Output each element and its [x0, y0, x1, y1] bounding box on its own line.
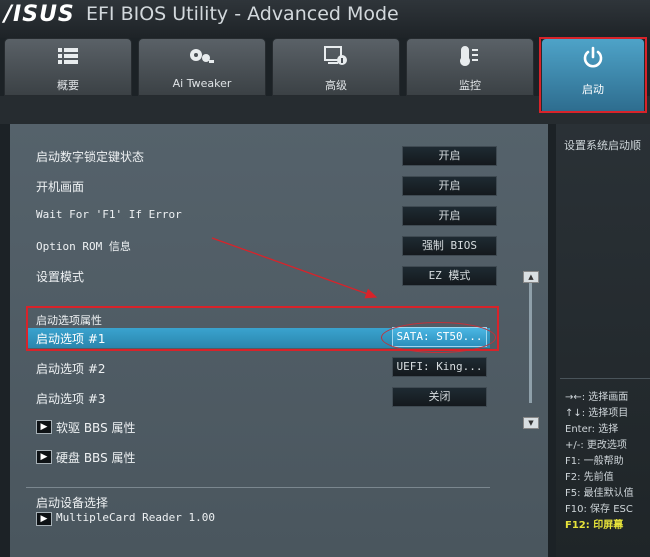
- key-hint: ↑↓: 选择项目: [565, 408, 629, 419]
- tab-advanced[interactable]: 高级: [272, 38, 400, 96]
- thermometer-icon: [407, 45, 533, 67]
- boot-override-item[interactable]: MultipleCard Reader 1.00: [56, 511, 215, 529]
- key-hint: +/-: 更改选项: [565, 440, 627, 451]
- brand-logo: /ISUS: [4, 2, 75, 27]
- power-icon: [542, 46, 644, 69]
- key-legend: →←: 选择画面 ↑↓: 选择项目 Enter: 选择 +/-: 更改选项 F1…: [565, 390, 634, 534]
- boot-option-3-value-button[interactable]: 关闭: [392, 387, 487, 407]
- setting-label: Wait For 'F1' If Error: [36, 208, 182, 221]
- key-hint: F10: 保存 ESC: [565, 504, 633, 515]
- scrollbar-track[interactable]: [529, 283, 532, 403]
- chevron-right-icon: ▶: [36, 512, 52, 526]
- title-bar: /ISUS EFI BIOS Utility - Advanced Mode: [0, 0, 650, 38]
- divider: [560, 378, 650, 379]
- help-panel: 设置系统启动顺 →←: 选择画面 ↑↓: 选择项目 Enter: 选择 +/-:…: [556, 124, 650, 557]
- key-hint: Enter: 选择: [565, 424, 619, 435]
- wait-f1-value-button[interactable]: 开启: [402, 206, 497, 226]
- tab-overview[interactable]: 概要: [4, 38, 132, 96]
- key-hint-print-screen: F12: 印屏幕: [565, 520, 624, 531]
- setup-mode-value-button[interactable]: EZ 模式: [402, 266, 497, 286]
- floppy-bbs-submenu[interactable]: 软驱 BBS 属性: [56, 419, 136, 437]
- divider: [26, 487, 490, 488]
- option-rom-value-button[interactable]: 强制 BIOS: [402, 236, 497, 256]
- tab-ai-tweaker[interactable]: Ai Tweaker: [138, 38, 266, 96]
- tab-label: 监控: [459, 79, 481, 92]
- annotation-highlight-box: [26, 306, 499, 351]
- setting-label: Option ROM 信息: [36, 240, 131, 253]
- numlock-value-button[interactable]: 开启: [402, 146, 497, 166]
- tab-boot[interactable]: 启动: [541, 38, 645, 112]
- boot-option-2-label: 启动选项 #2: [36, 362, 106, 376]
- hdd-bbs-submenu[interactable]: 硬盘 BBS 属性: [56, 449, 136, 467]
- setting-label: 开机画面: [36, 180, 85, 194]
- boot-option-2-value-button[interactable]: UEFI: King...: [392, 357, 487, 377]
- tab-label: 概要: [57, 79, 79, 92]
- key-hint: F2: 先前值: [565, 472, 614, 483]
- app-title: EFI BIOS Utility - Advanced Mode: [86, 3, 399, 25]
- scroll-up-button[interactable]: ▲: [523, 271, 539, 283]
- setting-label: 启动数字锁定键状态: [36, 150, 145, 164]
- scroll-down-button[interactable]: ▼: [523, 417, 539, 429]
- advanced-icon: [273, 45, 399, 67]
- help-description: 设置系统启动顺: [564, 139, 641, 152]
- key-hint: →←: 选择画面: [565, 392, 629, 403]
- tab-label: 高级: [325, 79, 347, 92]
- key-hint: F5: 最佳默认值: [565, 488, 634, 499]
- setting-label: 设置模式: [36, 270, 85, 284]
- chevron-right-icon: ▶: [36, 420, 52, 434]
- tab-bar: 概要 Ai Tweaker 高级 监控 启动: [0, 38, 650, 112]
- key-hint: F1: 一般帮助: [565, 456, 624, 467]
- chevron-right-icon: ▶: [36, 450, 52, 464]
- tweaker-icon: [139, 45, 265, 67]
- section-heading: 启动设备选择: [36, 496, 109, 510]
- list-icon: [5, 45, 131, 67]
- tab-label: 启动: [582, 83, 604, 96]
- tab-monitor[interactable]: 监控: [406, 38, 534, 96]
- boot-logo-value-button[interactable]: 开启: [402, 176, 497, 196]
- boot-option-3-label: 启动选项 #3: [36, 392, 106, 406]
- tab-label: Ai Tweaker: [172, 77, 232, 90]
